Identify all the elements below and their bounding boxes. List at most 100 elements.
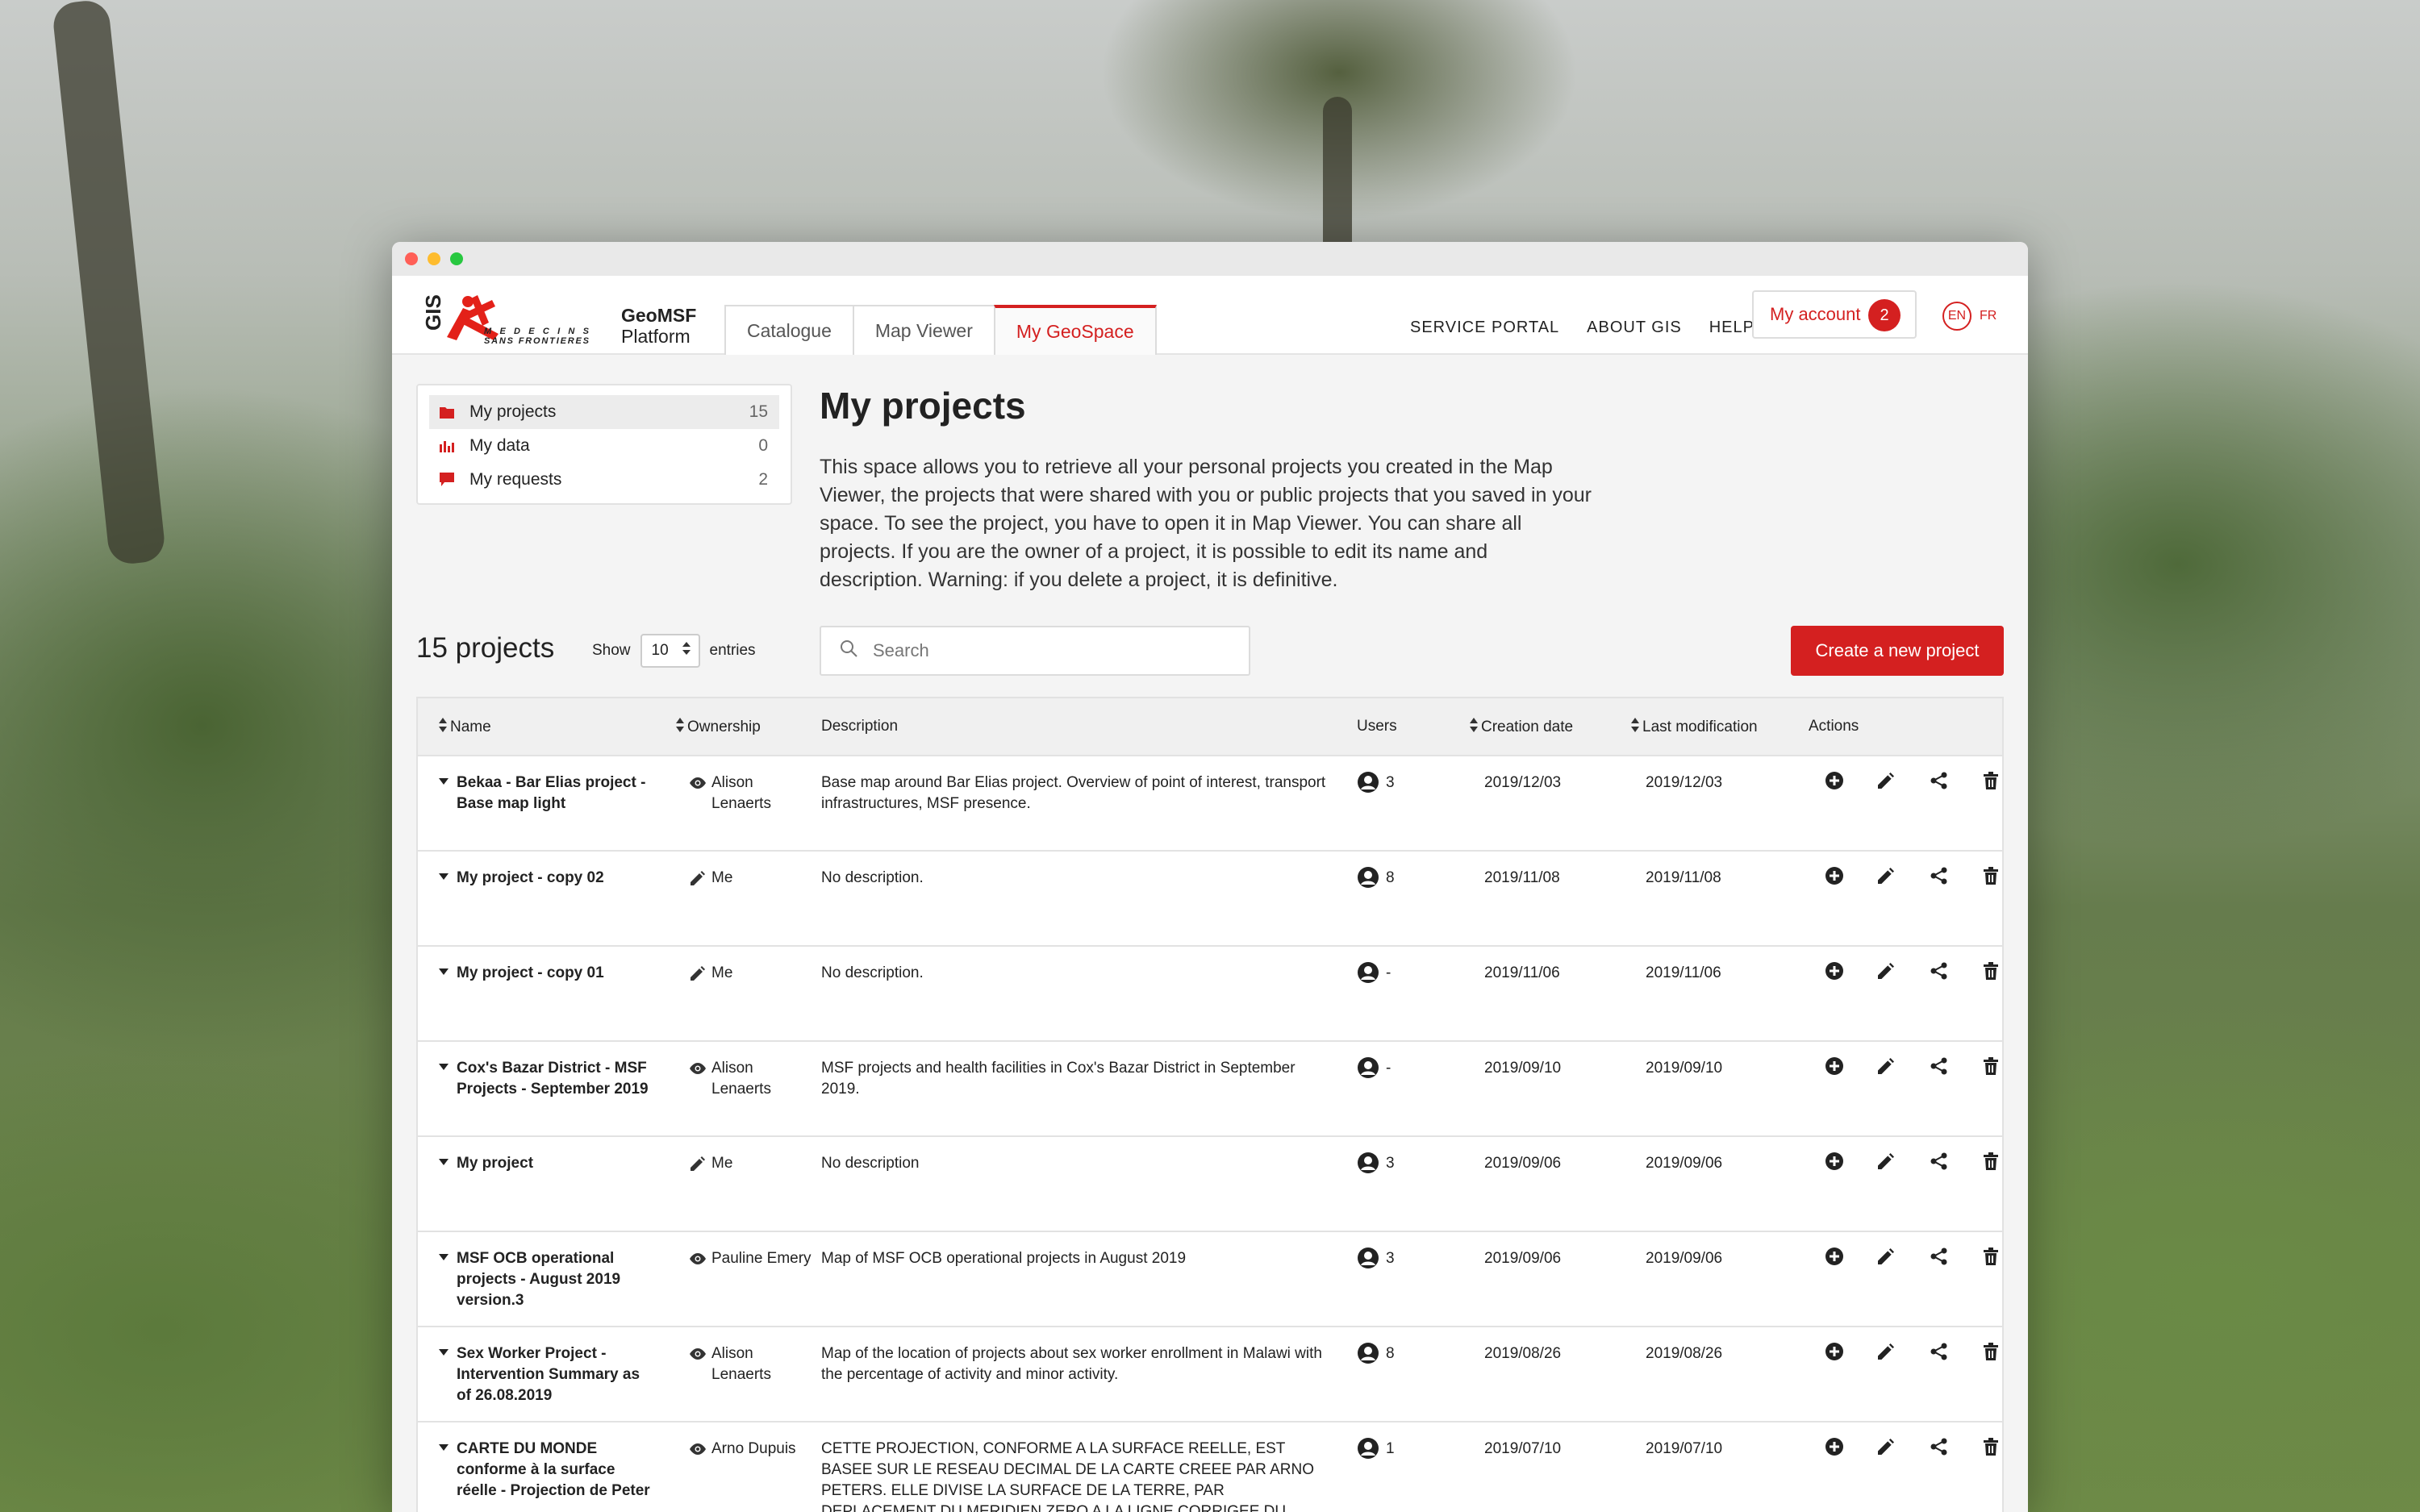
expand-caret-icon[interactable] bbox=[439, 1254, 449, 1260]
background-tree-trunk bbox=[51, 0, 167, 566]
delete-project-button[interactable] bbox=[1980, 769, 2002, 792]
share-project-button[interactable] bbox=[1928, 1435, 1951, 1458]
top-navigation: GIS MEDECINS SANS FRONTIERES GeoMSF Plat… bbox=[392, 276, 2028, 355]
page-description: This space allows you to retrieve all yo… bbox=[820, 456, 1592, 591]
share-icon bbox=[1930, 772, 1948, 789]
minimize-window-button[interactable] bbox=[428, 252, 440, 265]
pencil-icon bbox=[1878, 1058, 1894, 1074]
project-creation-date: 2019/08/26 bbox=[1484, 1345, 1562, 1362]
edit-project-button[interactable] bbox=[1875, 1055, 1897, 1077]
project-name[interactable]: My project bbox=[457, 1153, 658, 1174]
project-name[interactable]: Cox's Bazar District - MSF Projects - Se… bbox=[457, 1058, 658, 1100]
close-window-button[interactable] bbox=[405, 252, 418, 265]
project-name[interactable]: My project - copy 02 bbox=[457, 868, 658, 889]
open-project-button[interactable] bbox=[1823, 1055, 1846, 1077]
tab-catalogue[interactable]: Catalogue bbox=[724, 305, 854, 355]
edit-project-button[interactable] bbox=[1875, 1435, 1897, 1458]
pencil-icon bbox=[1878, 1343, 1894, 1360]
about-gis-link[interactable]: ABOUT GIS bbox=[1587, 319, 1682, 337]
share-project-button[interactable] bbox=[1928, 1340, 1951, 1363]
creation-date-column-header[interactable]: Creation date bbox=[1470, 718, 1573, 737]
table-row[interactable]: Bekaa - Bar Elias project - Base map lig… bbox=[418, 756, 2002, 852]
pencil-icon bbox=[689, 966, 707, 981]
search-input[interactable]: Search bbox=[820, 626, 1250, 676]
expand-caret-icon[interactable] bbox=[439, 1349, 449, 1356]
table-row[interactable]: My project - copy 01 Me No description. - 20… bbox=[418, 947, 2002, 1042]
ownership-column-header[interactable]: Ownership bbox=[676, 718, 761, 737]
table-row[interactable]: MSF OCB operational projects - August 20… bbox=[418, 1232, 2002, 1327]
msf-logo[interactable]: GIS MEDECINS SANS FRONTIERES bbox=[415, 287, 592, 346]
sort-icon bbox=[439, 718, 447, 737]
share-project-button[interactable] bbox=[1928, 960, 1951, 982]
entries-select[interactable]: 10 bbox=[640, 634, 700, 668]
edit-project-button[interactable] bbox=[1875, 1340, 1897, 1363]
tab-my-geospace[interactable]: My GeoSpace bbox=[993, 305, 1157, 355]
open-project-button[interactable] bbox=[1823, 769, 1846, 792]
open-project-button[interactable] bbox=[1823, 864, 1846, 887]
expand-caret-icon[interactable] bbox=[439, 968, 449, 975]
expand-caret-icon[interactable] bbox=[439, 1444, 449, 1451]
project-name[interactable]: CARTE DU MONDE conforme à la surface rée… bbox=[457, 1439, 658, 1502]
lang-fr-button[interactable]: FR bbox=[1980, 309, 1996, 323]
expand-caret-icon[interactable] bbox=[439, 1064, 449, 1070]
sidebar-item-my-data[interactable]: My data 0 bbox=[429, 429, 779, 463]
trash-icon bbox=[1984, 1343, 1998, 1360]
edit-project-button[interactable] bbox=[1875, 1245, 1897, 1268]
project-name[interactable]: Sex Worker Project - Intervention Summar… bbox=[457, 1343, 658, 1406]
delete-project-button[interactable] bbox=[1980, 1150, 2002, 1173]
edit-project-button[interactable] bbox=[1875, 769, 1897, 792]
sidebar-item-my-projects[interactable]: My projects 15 bbox=[429, 395, 779, 429]
project-description: Base map around Bar Elias project. Overv… bbox=[821, 774, 1326, 812]
name-column-header[interactable]: Name bbox=[439, 718, 491, 737]
edit-project-button[interactable] bbox=[1875, 864, 1897, 887]
table-row[interactable]: My project Me No description 3 2019/09/06 201… bbox=[418, 1137, 2002, 1232]
table-row[interactable]: Cox's Bazar District - MSF Projects - Se… bbox=[418, 1042, 2002, 1137]
trash-icon bbox=[1984, 867, 1998, 885]
share-project-button[interactable] bbox=[1928, 864, 1951, 887]
project-modified-date: 2019/12/03 bbox=[1646, 774, 1723, 791]
project-name[interactable]: My project - copy 01 bbox=[457, 963, 658, 984]
share-project-button[interactable] bbox=[1928, 1150, 1951, 1173]
edit-project-button[interactable] bbox=[1875, 1150, 1897, 1173]
delete-project-button[interactable] bbox=[1980, 960, 2002, 982]
folder-icon bbox=[439, 404, 455, 420]
tab-map-viewer[interactable]: Map Viewer bbox=[852, 305, 995, 355]
share-icon bbox=[1930, 1057, 1948, 1075]
delete-project-button[interactable] bbox=[1980, 1055, 2002, 1077]
delete-project-button[interactable] bbox=[1980, 1435, 2002, 1458]
delete-project-button[interactable] bbox=[1980, 1340, 2002, 1363]
expand-caret-icon[interactable] bbox=[439, 778, 449, 785]
project-name[interactable]: Bekaa - Bar Elias project - Base map lig… bbox=[457, 773, 658, 814]
table-row[interactable]: CARTE DU MONDE conforme à la surface rée… bbox=[418, 1422, 2002, 1512]
search-icon bbox=[839, 639, 858, 663]
lang-en-button[interactable]: EN bbox=[1942, 302, 1971, 331]
open-project-button[interactable] bbox=[1823, 1245, 1846, 1268]
open-project-button[interactable] bbox=[1823, 1340, 1846, 1363]
share-project-button[interactable] bbox=[1928, 1245, 1951, 1268]
create-project-button[interactable]: Create a new project bbox=[1791, 626, 2004, 676]
share-icon bbox=[1930, 1248, 1948, 1265]
sort-icon bbox=[1470, 718, 1478, 737]
table-row[interactable]: Sex Worker Project - Intervention Summar… bbox=[418, 1327, 2002, 1422]
expand-caret-icon[interactable] bbox=[439, 873, 449, 880]
project-owner: Me bbox=[711, 1155, 733, 1172]
project-name[interactable]: MSF OCB operational projects - August 20… bbox=[457, 1248, 658, 1311]
maximize-window-button[interactable] bbox=[450, 252, 463, 265]
svg-text:MEDECINS: MEDECINS bbox=[484, 327, 590, 336]
last-modification-column-header[interactable]: Last modification bbox=[1631, 718, 1758, 737]
open-project-button[interactable] bbox=[1823, 1435, 1846, 1458]
service-portal-link[interactable]: SERVICE PORTAL bbox=[1410, 319, 1559, 337]
eye-icon bbox=[689, 776, 707, 790]
help-link[interactable]: HELP bbox=[1709, 319, 1754, 337]
sidebar-item-my-requests[interactable]: My requests 2 bbox=[429, 463, 779, 497]
delete-project-button[interactable] bbox=[1980, 1245, 2002, 1268]
share-project-button[interactable] bbox=[1928, 769, 1951, 792]
table-row[interactable]: My project - copy 02 Me No description. 8 20… bbox=[418, 852, 2002, 947]
my-account-button[interactable]: My account 2 bbox=[1752, 290, 1917, 339]
expand-caret-icon[interactable] bbox=[439, 1159, 449, 1165]
open-project-button[interactable] bbox=[1823, 1150, 1846, 1173]
share-project-button[interactable] bbox=[1928, 1055, 1951, 1077]
edit-project-button[interactable] bbox=[1875, 960, 1897, 982]
open-project-button[interactable] bbox=[1823, 960, 1846, 982]
delete-project-button[interactable] bbox=[1980, 864, 2002, 887]
